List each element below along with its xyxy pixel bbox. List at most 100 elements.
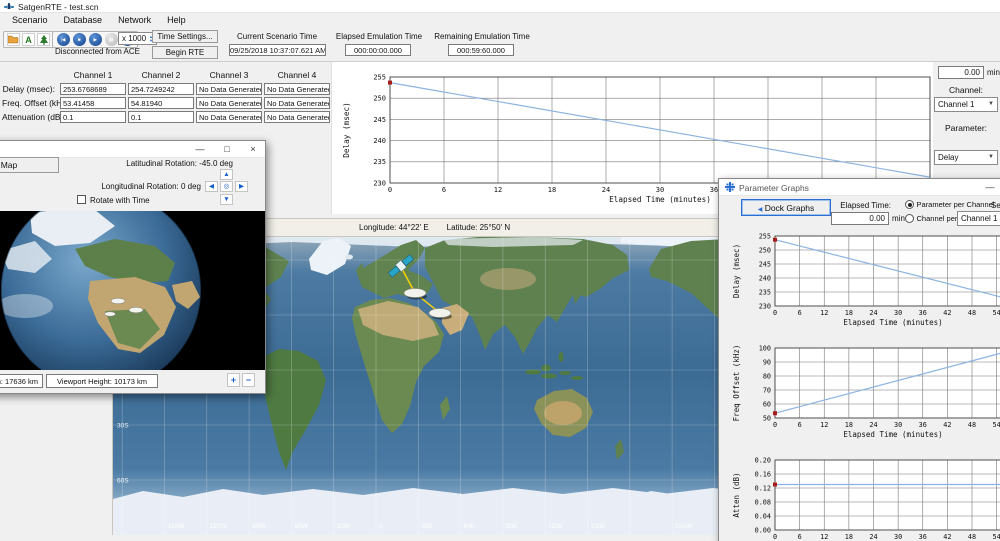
svg-text:6: 6 <box>798 309 802 317</box>
svg-text:0: 0 <box>773 309 777 317</box>
channel-1-value-field[interactable]: 53.41458 <box>60 97 126 109</box>
svg-text:36: 36 <box>919 533 927 541</box>
channel-2-value-field[interactable]: 0.1 <box>128 111 194 123</box>
channel-4-value-field[interactable]: No Data Generated <box>264 97 330 109</box>
svg-text:36: 36 <box>919 309 927 317</box>
svg-text:0.04: 0.04 <box>755 512 771 520</box>
channel-3-value-field[interactable]: No Data Generated <box>196 111 262 123</box>
close-icon[interactable]: × <box>244 143 262 156</box>
menu-scenario[interactable]: Scenario <box>4 15 56 25</box>
connection-status: Disconnected from ACE <box>50 47 145 56</box>
current-scenario-time-value[interactable]: 09/25/2018 10:37:07.621 AM <box>229 44 326 56</box>
rotate-left-button[interactable]: ◀ <box>205 181 218 192</box>
channel-select-label: Channel: <box>934 85 998 95</box>
svg-text:245: 245 <box>373 116 386 124</box>
pg-delay-chart: 061218243036424854230235240245250255Elap… <box>721 231 1000 345</box>
ground-station-icon[interactable] <box>37 33 50 46</box>
chart-time-field[interactable]: 0.00 <box>938 66 984 79</box>
svg-text:18: 18 <box>845 309 853 317</box>
radio-parameter-per-channel[interactable]: Parameter per Channel <box>905 199 994 209</box>
channel-4-value-field[interactable]: No Data Generated <box>264 83 330 95</box>
svg-text:90: 90 <box>763 358 771 366</box>
begin-rte-button[interactable]: Begin RTE <box>152 46 218 59</box>
svg-text:60W: 60W <box>294 523 308 530</box>
column-header-channel-4: Channel 4 <box>264 68 330 82</box>
pg-elapsed-time-field[interactable]: 0.00 <box>831 212 889 225</box>
app-icon <box>4 2 14 12</box>
analysis-icon[interactable]: A <box>22 33 35 46</box>
svg-text:50: 50 <box>763 414 771 422</box>
rotate-up-button[interactable]: ▲ <box>220 169 233 180</box>
minimize-icon[interactable]: — <box>191 143 209 156</box>
pause-button[interactable]: ▮▮ <box>105 33 118 46</box>
parameter-graphs-titlebar[interactable]: Parameter Graphs — <box>719 179 1000 196</box>
radio-unselected-icon <box>905 214 914 223</box>
channel-1-value-field[interactable]: 0.1 <box>60 111 126 123</box>
maximize-icon[interactable]: □ <box>218 143 236 156</box>
play-button[interactable]: ▶ <box>89 33 102 46</box>
time-settings-button[interactable]: Time Settings... <box>152 30 218 43</box>
svg-text:24: 24 <box>602 186 610 194</box>
svg-text:12: 12 <box>820 309 828 317</box>
rotate-right-button[interactable]: ▶ <box>235 181 248 192</box>
channel-3-value-field[interactable]: No Data Generated <box>196 97 262 109</box>
remaining-emulation-time-value[interactable]: 000:59:60.000 <box>448 44 514 56</box>
remaining-emulation-time-label: Remaining Emulation Time <box>432 32 532 41</box>
dock-panel-icon <box>725 182 735 192</box>
menu-bar: ScenarioDatabaseNetworkHelp <box>0 13 1000 27</box>
channel-2-value-field[interactable]: 254.7249242 <box>128 83 194 95</box>
channel-2-value-field[interactable]: 54.81940 <box>128 97 194 109</box>
parameter-select[interactable]: Delay ▼ <box>934 150 998 165</box>
svg-text:120W: 120W <box>210 523 228 530</box>
dock-graphs-button[interactable]: ◀ Dock Graphs <box>741 199 831 216</box>
svg-text:0.16: 0.16 <box>755 470 771 478</box>
channel-select[interactable]: Channel 1 ▼ <box>934 97 998 112</box>
file-tool-group: A <box>3 31 54 48</box>
chart-time-unit: min <box>987 68 1000 77</box>
svg-text:Delay (msec): Delay (msec) <box>732 244 741 298</box>
svg-text:42: 42 <box>943 309 951 317</box>
menu-database[interactable]: Database <box>56 15 111 25</box>
svg-text:235: 235 <box>759 288 771 296</box>
channel-1-value-field[interactable]: 253.6768689 <box>60 83 126 95</box>
pg-elapsed-time-unit: min <box>892 214 905 223</box>
elapsed-emulation-time-value[interactable]: 000:00:00.000 <box>345 44 411 56</box>
svg-text:70: 70 <box>763 386 771 394</box>
svg-text:12: 12 <box>820 533 828 541</box>
rotate-down-button[interactable]: ▼ <box>220 194 233 205</box>
dock-arrow-icon: ◀ <box>758 207 763 213</box>
channel-3-value-field[interactable]: No Data Generated <box>196 83 262 95</box>
skip-to-start-button[interactable]: |◀ <box>57 33 70 46</box>
minimize-icon[interactable]: — <box>981 181 999 194</box>
rotate-with-time-checkbox[interactable] <box>77 195 86 204</box>
app-titlebar[interactable]: SatgenRTE - test.scn <box>0 0 1000 13</box>
zoom-in-button[interactable]: + <box>227 373 240 387</box>
map-longitude-readout: Longitude: 44°22' E <box>359 223 429 232</box>
chevron-down-icon: ▼ <box>988 101 994 107</box>
stop-button[interactable]: ■ <box>73 33 86 46</box>
channel-4-value-field[interactable]: No Data Generated <box>264 111 330 123</box>
open-scenario-icon[interactable] <box>7 33 20 46</box>
pg-atten-chart: 0612182430364248540.000.040.080.120.160.… <box>721 455 1000 541</box>
globe-viewport[interactable] <box>0 211 265 370</box>
svg-text:0.00: 0.00 <box>755 526 771 534</box>
svg-text:30: 30 <box>894 421 902 429</box>
menu-help[interactable]: Help <box>159 15 194 25</box>
svg-text:230: 230 <box>373 179 386 187</box>
svg-text:54: 54 <box>993 309 1000 317</box>
svg-text:24: 24 <box>869 421 877 429</box>
svg-text:30: 30 <box>656 186 664 194</box>
svg-text:100: 100 <box>759 344 771 352</box>
pg-channel-select[interactable]: Channel 1 <box>957 211 1000 226</box>
svg-text:36: 36 <box>710 186 718 194</box>
zoom-out-button[interactable]: − <box>242 373 255 387</box>
svg-text:255: 255 <box>759 232 771 240</box>
svg-text:Elapsed Time (minutes): Elapsed Time (minutes) <box>843 430 942 439</box>
svg-text:48: 48 <box>968 533 976 541</box>
current-scenario-time-label: Current Scenario Time <box>228 32 326 41</box>
svg-text:Delay (msec): Delay (msec) <box>342 102 351 158</box>
menu-network[interactable]: Network <box>110 15 159 25</box>
rotate-center-button[interactable]: ◎ <box>220 181 233 192</box>
svg-text:90W: 90W <box>252 523 266 530</box>
globe-window-titlebar[interactable]: — □ × <box>0 141 265 158</box>
